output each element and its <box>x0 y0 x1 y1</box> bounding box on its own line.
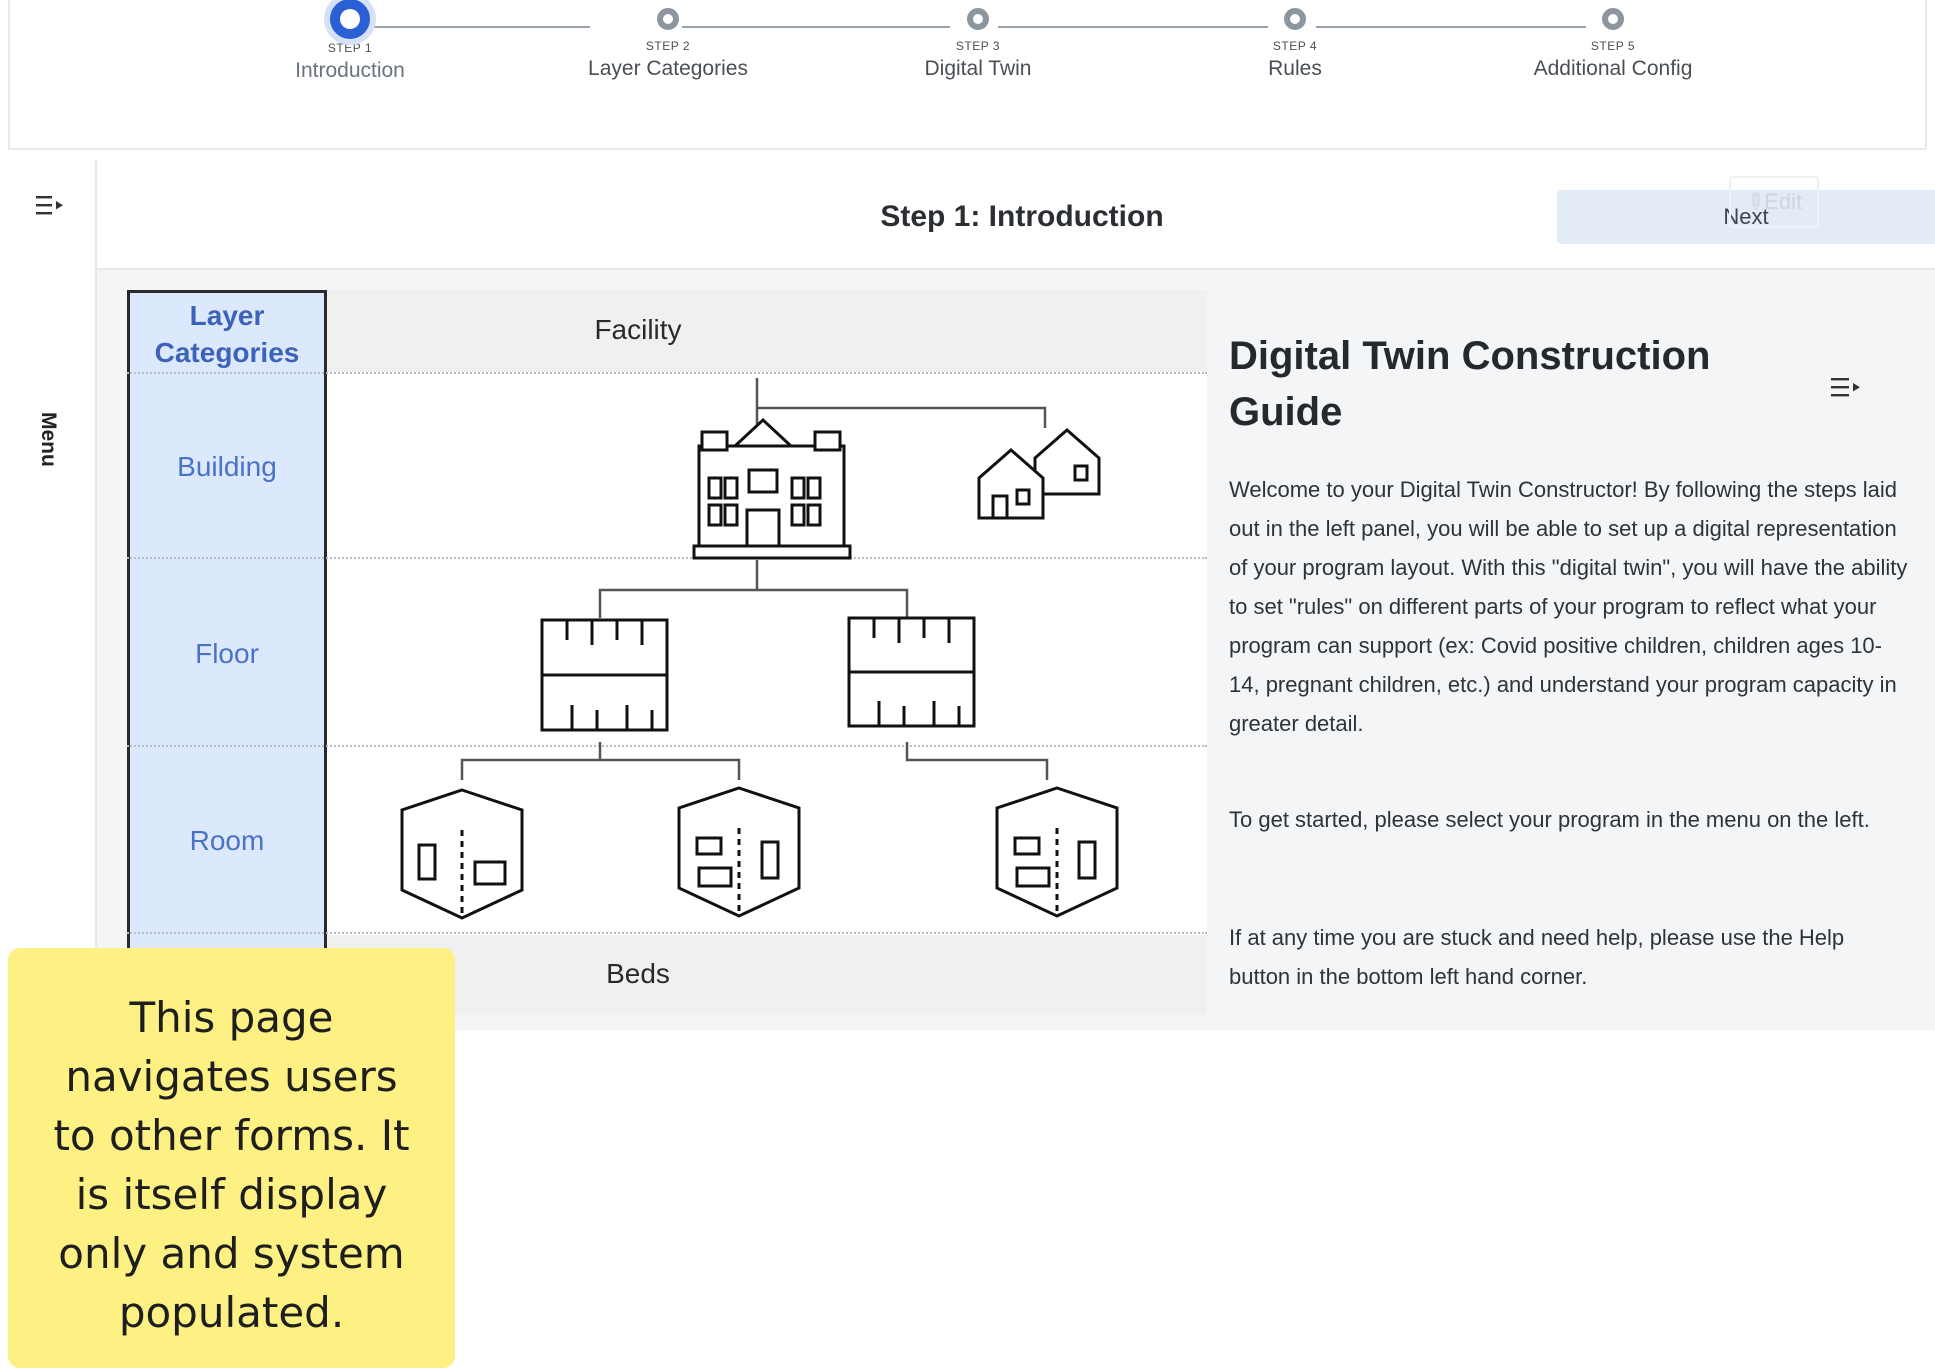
step-2-layer-categories[interactable]: STEP 2 Layer Categories <box>548 8 788 81</box>
step-name: Layer Categories <box>588 57 748 80</box>
step-number: STEP 1 <box>327 41 373 55</box>
progress-stepper: STEP 1 Introduction STEP 2 Layer Categor… <box>8 0 1927 150</box>
main-panel: Layer Categories Building Floor Room Fac… <box>97 270 1935 1030</box>
large-building-icon <box>692 417 852 560</box>
step-active-dot-icon <box>330 0 370 39</box>
step-dot-icon <box>1602 8 1624 30</box>
edit-button[interactable]: ✎Edit <box>1729 176 1819 228</box>
step-number: STEP 2 <box>645 39 691 53</box>
step-number: STEP 3 <box>955 39 1001 53</box>
edit-label: Edit <box>1764 189 1803 214</box>
construction-guide: Digital Twin Construction Guide Welcome … <box>1229 270 1919 1030</box>
hierarchy-tree-graphic <box>400 378 1119 920</box>
step-dot-icon <box>967 8 989 30</box>
floor-plan-icon <box>540 616 976 732</box>
layer-hierarchy-diagram: Layer Categories Building Floor Room Fac… <box>127 290 1207 1015</box>
step-name: Digital Twin <box>924 57 1032 80</box>
step-name: Rules <box>1268 57 1322 80</box>
step-number: STEP 4 <box>1272 39 1318 53</box>
guide-title: Digital Twin Construction Guide <box>1229 334 1711 434</box>
step-name: Introduction <box>295 59 405 82</box>
step-number: STEP 5 <box>1590 39 1636 53</box>
menu-collapse-icon[interactable] <box>36 194 64 216</box>
step-dot-icon <box>1284 8 1306 30</box>
small-houses-icon <box>977 428 1101 520</box>
menu-collapse-icon[interactable] <box>1831 376 1861 398</box>
step-4-rules[interactable]: STEP 4 Rules <box>1175 8 1415 81</box>
step-3-digital-twin[interactable]: STEP 3 Digital Twin <box>858 8 1098 81</box>
step-5-additional-config[interactable]: STEP 5 Additional Config <box>1493 8 1733 81</box>
room-icon <box>400 786 1119 920</box>
annotation-sticky-note: This page navigates users to other forms… <box>8 948 455 1368</box>
guide-paragraph: To get started, please select your progr… <box>1229 807 1870 832</box>
guide-paragraph: Welcome to your Digital Twin Constructor… <box>1229 477 1908 736</box>
guide-paragraph: If at any time you are stuck and need he… <box>1229 925 1845 989</box>
step-1-introduction[interactable]: STEP 1 Introduction <box>230 0 470 83</box>
step-name: Additional Config <box>1533 57 1693 80</box>
step-dot-icon <box>657 8 679 30</box>
content-header: Step 1: Introduction Next ✎Edit <box>97 160 1935 270</box>
menu-toggle-label[interactable]: Menu <box>36 412 60 467</box>
